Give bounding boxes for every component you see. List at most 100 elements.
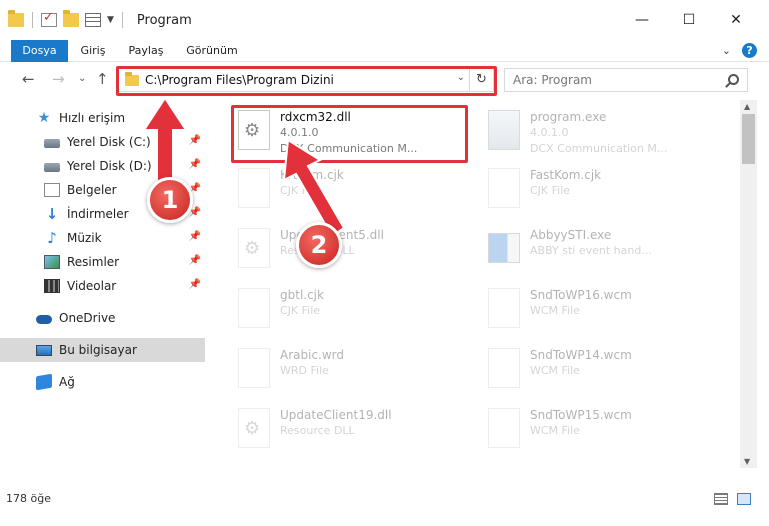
file-item-program-exe[interactable]: program.exe 4.0.1.0 DCX Communication M.… (482, 106, 722, 156)
new-folder-icon[interactable] (63, 10, 79, 27)
scroll-up-icon[interactable]: ▲ (744, 102, 750, 111)
pin-icon[interactable]: 📌 (189, 231, 201, 242)
collapse-ribbon-chevron-icon[interactable]: ⌄ (722, 40, 731, 62)
nav-item-label: Yerel Disk (D:) (67, 159, 152, 173)
nav-item-this-pc[interactable]: Bu bilgisayar (0, 338, 205, 362)
file-icon (488, 408, 520, 448)
file-type: WCM File (530, 304, 580, 317)
list-item[interactable]: gbtl.cjk CJK File (232, 284, 472, 334)
quick-access-toolbar: ▼ Program (0, 0, 192, 40)
maximize-button[interactable]: ☐ (666, 0, 712, 40)
item-count: 178 öğe (6, 492, 51, 505)
nav-item-label: Belgeler (67, 183, 117, 197)
address-highlight-box (116, 66, 497, 96)
list-item[interactable]: Arabic.wrd WRD File (232, 344, 472, 394)
dll-gear-icon (238, 408, 270, 448)
file-type: ABBY sti event hand... (530, 244, 652, 257)
step-badge-1: 1 (147, 177, 193, 223)
step-badge-2: 2 (296, 222, 342, 268)
documents-icon (44, 183, 60, 197)
properties-check-icon[interactable] (41, 10, 57, 27)
status-bar: 178 öğe (0, 488, 769, 510)
star-icon: ★ (37, 110, 51, 126)
nav-item-label: Yerel Disk (C:) (67, 135, 151, 149)
divider (32, 12, 33, 28)
file-name: SndToWP16.wcm (530, 288, 632, 302)
file-icon (488, 348, 520, 388)
list-item[interactable]: FastKom.cjk CJK File (482, 164, 722, 214)
list-item[interactable]: AbbyySTI.exe ABBY sti event hand... (482, 224, 722, 274)
nav-item-label: OneDrive (59, 311, 116, 325)
file-type: Resource DLL (280, 424, 355, 437)
list-item[interactable]: UpdateClient19.dll Resource DLL (232, 404, 472, 454)
tab-share[interactable]: Paylaş (122, 40, 170, 62)
search-input[interactable]: Ara: Program (504, 68, 748, 92)
file-icon (488, 168, 520, 208)
disk-icon (44, 139, 60, 148)
nav-item-music[interactable]: ♪ Müzik 📌 (0, 226, 205, 250)
tab-home[interactable]: Giriş (72, 40, 114, 62)
title-bar: ▼ Program — ☐ ✕ (0, 0, 769, 40)
divider (121, 12, 123, 28)
list-item[interactable]: SndToWP16.wcm WCM File (482, 284, 722, 334)
up-button[interactable]: ↑ (96, 70, 109, 88)
properties-list-icon[interactable] (85, 13, 101, 27)
app-icon (488, 233, 520, 263)
file-description: DCX Communication M... (530, 142, 668, 155)
onedrive-icon (36, 315, 52, 324)
network-icon (36, 373, 52, 391)
list-item[interactable]: SndToWP15.wcm WCM File (482, 404, 722, 454)
disk-icon (44, 163, 60, 172)
details-view-icon[interactable] (714, 493, 728, 505)
window-title: Program (136, 12, 192, 28)
file-icon (238, 168, 270, 208)
vertical-scrollbar[interactable]: ▲ ▼ (740, 100, 757, 468)
nav-item-network[interactable]: Ağ (0, 370, 205, 394)
nav-item-label: Videolar (67, 279, 117, 293)
this-pc-icon (36, 344, 52, 356)
back-button[interactable]: ← (22, 70, 35, 88)
pin-icon[interactable]: 📌 (189, 255, 201, 266)
file-icon (238, 288, 270, 328)
file-name: gbtl.cjk (280, 288, 324, 302)
dll-gear-icon (238, 228, 270, 268)
recent-locations-chevron-icon[interactable]: ⌄ (78, 73, 86, 84)
file-type: CJK File (280, 304, 321, 317)
file-name: AbbyySTI.exe (530, 228, 612, 242)
minimize-button[interactable]: — (619, 0, 665, 40)
file-icon (238, 348, 270, 388)
pin-icon[interactable]: 📌 (189, 279, 201, 290)
videos-icon (44, 279, 60, 293)
forward-button[interactable]: → (52, 70, 65, 88)
large-icons-view-icon[interactable] (737, 493, 751, 505)
nav-item-label: Hızlı erişim (59, 111, 126, 125)
nav-item-videos[interactable]: Videolar 📌 (0, 274, 205, 298)
scroll-down-icon[interactable]: ▼ (744, 457, 750, 466)
file-icon (488, 288, 520, 328)
nav-item-label: Resimler (67, 255, 120, 269)
scroll-thumb[interactable] (742, 114, 755, 164)
file-type: WRD File (280, 364, 329, 377)
file-version: 4.0.1.0 (530, 126, 569, 139)
file-name: Arabic.wrd (280, 348, 345, 362)
file-name: program.exe (530, 110, 607, 124)
file-name: SndToWP15.wcm (530, 408, 632, 422)
help-icon[interactable]: ? (742, 43, 757, 58)
tab-view[interactable]: Görünüm (180, 40, 244, 62)
file-name: FastKom.cjk (530, 168, 602, 182)
ribbon-tabs: Dosya Giriş Paylaş Görünüm ⌄ ? (0, 40, 769, 90)
nav-item-label: Müzik (67, 231, 102, 245)
search-icon[interactable] (728, 74, 739, 85)
folder-icon (8, 10, 24, 27)
file-name: UpdateClient19.dll (280, 408, 392, 422)
nav-item-onedrive[interactable]: OneDrive (0, 306, 205, 330)
music-icon: ♪ (47, 229, 57, 247)
pin-icon[interactable]: 📌 (189, 135, 201, 146)
file-type: CJK File (530, 184, 571, 197)
close-button[interactable]: ✕ (713, 0, 759, 40)
list-item[interactable]: SndToWP14.wcm WCM File (482, 344, 722, 394)
customize-toolbar-chevron-icon[interactable]: ▼ (107, 15, 114, 25)
pin-icon[interactable]: 📌 (189, 159, 201, 170)
exe-icon (488, 110, 520, 150)
nav-item-pictures[interactable]: Resimler 📌 (0, 250, 205, 274)
